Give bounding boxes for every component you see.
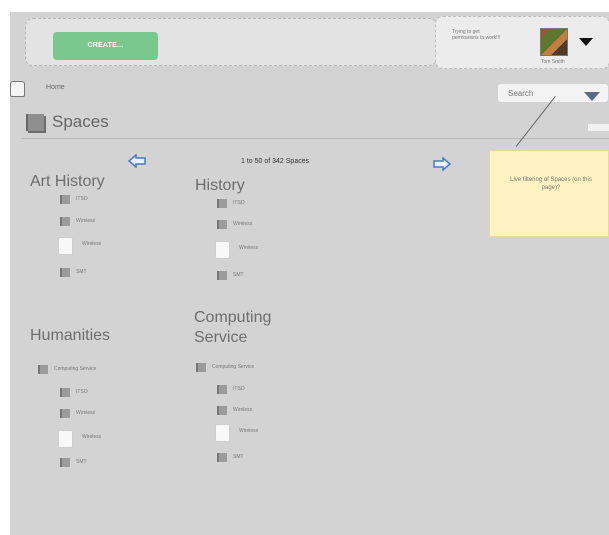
space-icon xyxy=(60,458,70,467)
group-title-humanities[interactable]: Humanities xyxy=(30,326,110,346)
pagination-summary: 1 to 50 of 342 Spaces xyxy=(241,158,310,165)
breadcrumb-home[interactable]: Home xyxy=(46,84,65,91)
space-link[interactable]: ITSO xyxy=(76,196,88,202)
space-icon xyxy=(217,220,227,229)
tooltip-note: Live filtering of Spaces (on this page)? xyxy=(489,150,609,237)
space-icon xyxy=(217,199,227,208)
space-link[interactable]: Wireless xyxy=(239,428,258,434)
space-link[interactable]: Wireless xyxy=(239,245,258,251)
group-title-art-history[interactable]: Art History xyxy=(30,172,105,192)
space-link[interactable]: SMT xyxy=(233,272,244,278)
page-icon xyxy=(215,424,230,442)
tooltip-text: Live filtering of Spaces (on this page)? xyxy=(510,177,592,191)
notice-text: Trying to get permissions to work!!! xyxy=(452,29,501,41)
space-link[interactable]: Wireless xyxy=(76,410,95,416)
group-title-history[interactable]: History xyxy=(195,176,245,196)
space-icon xyxy=(217,271,227,280)
space-icon xyxy=(196,363,206,372)
arrow-left-icon[interactable] xyxy=(128,154,146,168)
space-icon xyxy=(38,365,48,374)
space-link[interactable]: Wireless xyxy=(82,241,101,247)
page-icon xyxy=(215,241,230,259)
create-button[interactable]: CREATE... xyxy=(53,32,158,60)
space-link[interactable]: ITSO xyxy=(233,200,245,206)
space-link[interactable]: SMT xyxy=(233,454,244,460)
mockup-canvas: CREATE... Trying to get permissions to w… xyxy=(10,12,609,535)
space-icon xyxy=(217,453,227,462)
username: Tom Smith xyxy=(541,59,565,65)
space-link[interactable]: ITSO xyxy=(76,389,88,395)
space-link[interactable]: Wireless xyxy=(233,221,252,227)
page-title: Spaces xyxy=(52,112,109,131)
space-icon xyxy=(60,388,70,397)
page-icon xyxy=(58,237,73,255)
home-icon[interactable] xyxy=(10,81,25,97)
space-link[interactable]: Computing Service xyxy=(54,366,96,372)
search-results-bar xyxy=(588,124,609,131)
space-link[interactable]: ITSO xyxy=(233,386,245,392)
tooltip-connector xyxy=(515,96,556,148)
space-icon xyxy=(217,385,227,394)
user-dropdown-icon[interactable] xyxy=(579,38,593,46)
arrow-right-icon[interactable] xyxy=(433,157,451,171)
space-link[interactable]: Computing Service xyxy=(212,364,254,370)
page-icon xyxy=(58,430,73,448)
space-link[interactable]: Wireless xyxy=(76,218,95,224)
search-dropdown-icon[interactable] xyxy=(584,92,600,101)
spaces-icon xyxy=(26,114,44,131)
space-icon xyxy=(60,195,70,204)
space-link[interactable]: Wireless xyxy=(233,407,252,413)
space-icon xyxy=(217,406,227,415)
group-title-computing-service[interactable]: Computing Service xyxy=(194,308,314,348)
space-icon xyxy=(60,409,70,418)
create-panel: CREATE... xyxy=(25,18,437,66)
space-link[interactable]: SMT xyxy=(76,459,87,465)
avatar[interactable] xyxy=(540,28,568,56)
space-icon xyxy=(60,268,70,277)
space-icon xyxy=(60,217,70,226)
space-link[interactable]: Wireless xyxy=(82,434,101,440)
space-link[interactable]: SMT xyxy=(76,269,87,275)
user-panel: Trying to get permissions to work!!! Tom… xyxy=(435,16,609,69)
